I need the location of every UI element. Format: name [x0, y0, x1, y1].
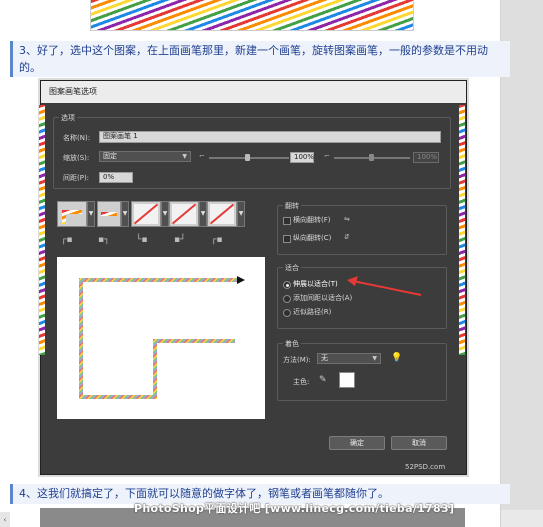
fit-stretch-radio[interactable] — [283, 281, 291, 289]
colorization-group-label: 着色 — [283, 339, 301, 349]
inner-corner-tile-icon: └▪ — [136, 235, 148, 245]
tips-lightbulb-icon[interactable]: 💡 — [391, 353, 402, 363]
pattern-image-top — [90, 0, 414, 31]
no-tile-icon — [210, 204, 234, 224]
chevron-down-icon: ▼ — [372, 355, 377, 362]
end-tile-button[interactable] — [207, 201, 237, 227]
outer-corner-tile-preview — [101, 212, 117, 216]
name-label: 名称(N): — [63, 134, 91, 142]
dialog-title: 图案画笔选项 — [41, 81, 466, 103]
source-watermark: 52PSD.com — [405, 463, 446, 471]
step-4-text: 4、这我们就搞定了，下面就可以随意的做字体了，钢笔或者画笔都随你了。 — [19, 487, 389, 500]
red-arrow-annotation — [347, 276, 422, 296]
fit-add-space-radio[interactable] — [283, 295, 291, 303]
scale-dropdown-value: 固定 — [103, 152, 117, 160]
spacing-input[interactable]: 0% — [99, 172, 133, 183]
scale-slider-2-knob[interactable] — [369, 154, 374, 161]
key-color-swatch[interactable] — [339, 372, 355, 388]
flip-horizontal-icon: ⇋ — [344, 215, 350, 223]
start-tile-icon: ▪┘ — [174, 235, 186, 245]
inner-corner-tile-dropdown[interactable]: ▼ — [161, 201, 169, 227]
cancel-button[interactable]: 取消 — [391, 436, 447, 450]
background-pattern-left — [39, 105, 45, 355]
side-tile-icon: ┌▪ — [61, 235, 73, 245]
brush-path-preview — [79, 276, 245, 399]
footer-watermark: PhotoShop平面设计吧 [www.linecg.com/tieba/178… — [134, 502, 455, 515]
spacing-label: 间距(P): — [63, 174, 90, 182]
no-tile-icon — [134, 204, 158, 224]
key-color-label: 主色: — [293, 378, 310, 386]
fit-group-label: 适合 — [283, 263, 301, 273]
flip-horizontal-label: 横向翻转(F) — [293, 216, 331, 224]
side-tile-dropdown[interactable]: ▼ — [87, 201, 95, 227]
start-tile-dropdown[interactable]: ▼ — [199, 201, 207, 227]
options-group-label: 选项 — [59, 113, 77, 123]
scale-label: 缩放(S): — [63, 154, 90, 162]
outer-corner-tile-button[interactable] — [97, 201, 121, 227]
pattern-brush-options-dialog: 图案画笔选项 选项 名称(N): 图案画笔 1 缩放(S): 固定 ▼ ⌐ 10… — [39, 80, 467, 475]
pressure-icon-2: ⌐ — [324, 152, 330, 160]
colorization-group — [277, 343, 447, 401]
pressure-icon: ⌐ — [199, 152, 205, 160]
step-3-paragraph: 3、好了，选中这个图案，在上面画笔那里，新建一个画笔，旋转图案画笔，一般的参数是… — [10, 41, 510, 77]
start-tile-button[interactable] — [169, 201, 199, 227]
end-tile-icon: ┌▪ — [211, 235, 223, 245]
flip-group-label: 翻转 — [283, 201, 301, 211]
flip-group — [277, 205, 447, 255]
inner-corner-tile-button[interactable] — [131, 201, 161, 227]
side-tile-preview-2 — [62, 210, 66, 224]
eyedropper-icon[interactable]: ✎ — [319, 375, 327, 385]
chevron-down-icon: ▼ — [182, 153, 187, 160]
method-dropdown[interactable]: 无 ▼ — [317, 353, 381, 364]
name-input[interactable]: 图案画笔 1 — [99, 131, 441, 143]
flip-horizontal-checkbox[interactable] — [283, 217, 291, 225]
flip-vertical-checkbox[interactable] — [283, 235, 291, 243]
ok-button[interactable]: 确定 — [329, 436, 385, 450]
scale-percent-input[interactable]: 100% — [290, 152, 314, 163]
method-label: 方法(M): — [283, 356, 311, 364]
page-scrollbar[interactable] — [500, 0, 543, 527]
flip-vertical-icon: ⇵ — [344, 233, 350, 241]
scale-dropdown[interactable]: 固定 ▼ — [99, 151, 191, 162]
background-pattern-right — [459, 105, 465, 355]
fit-stretch-label: 伸展以适合(T) — [293, 280, 338, 288]
scale-percent-input-2: 100% — [413, 152, 439, 163]
brush-preview-area — [57, 257, 265, 419]
side-tile-button[interactable] — [57, 201, 87, 227]
fit-approx-path-radio[interactable] — [283, 309, 291, 317]
fit-add-space-label: 添加间距以适合(A) — [293, 294, 353, 302]
outer-corner-tile-dropdown[interactable]: ▼ — [121, 201, 129, 227]
flip-vertical-label: 纵向翻转(C) — [293, 234, 332, 242]
no-tile-icon — [172, 204, 196, 224]
scroll-left-arrow[interactable]: ‹ — [0, 512, 10, 527]
method-dropdown-value: 无 — [321, 354, 328, 362]
end-tile-dropdown[interactable]: ▼ — [237, 201, 245, 227]
outer-corner-tile-icon: ▪┐ — [98, 235, 110, 245]
scale-slider-1-knob[interactable] — [245, 154, 250, 161]
fit-approx-path-label: 近似路径(R) — [293, 308, 332, 316]
step-3-text: 3、好了，选中这个图案，在上面画笔那里，新建一个画笔，旋转图案画笔，一般的参数是… — [19, 44, 488, 74]
